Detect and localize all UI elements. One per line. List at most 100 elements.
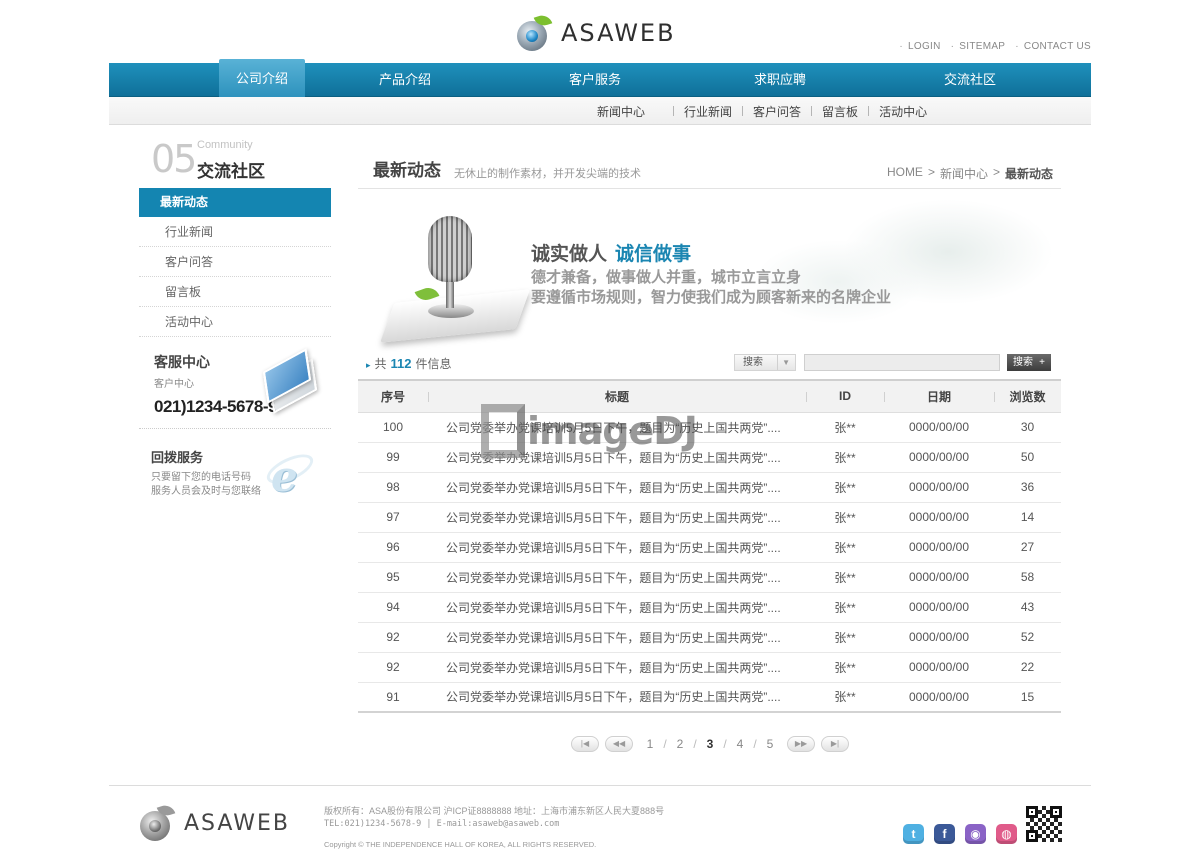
row-views: 50 [994, 442, 1061, 473]
nav-jobs[interactable]: 求职应聘 [737, 63, 823, 97]
row-author-id: 张** [806, 532, 884, 563]
breadcrumb: HOME > 新闻中心 > 最新动态 [887, 165, 1053, 182]
row-number: 95 [358, 562, 428, 593]
subnav-news-center[interactable]: 新闻中心 [597, 103, 645, 120]
row-title[interactable]: 公司党委举办党课培训5月5日下午，题目为“历史上国共两党”.... [428, 592, 806, 623]
row-title[interactable]: 公司党委举办党课培训5月5日下午，题目为“历史上国共两党”.... [428, 682, 806, 713]
row-title[interactable]: 公司党委举办党课培训5月5日下午，题目为“历史上国共两党”.... [428, 532, 806, 563]
service-subtitle: 客户中心 [154, 379, 194, 390]
page-separator: / [663, 737, 667, 751]
subnav-guestbook[interactable]: 留言板 [822, 103, 858, 120]
table-row[interactable]: 91 公司党委举办党课培训5月5日下午，题目为“历史上国共两党”.... 张** 00… [358, 682, 1061, 713]
header-title: 标题 [428, 379, 806, 413]
breadcrumb-news-center[interactable]: 新闻中心 [940, 165, 988, 182]
page-number-2[interactable]: 2 [673, 737, 687, 751]
search-type-select[interactable]: 搜索 ▼ [734, 353, 796, 371]
table-row[interactable]: 95 公司党委举办党课培训5月5日下午，题目为“历史上国共两党”.... 张** 00… [358, 562, 1061, 593]
sidebar-menu: 最新动态 行业新闻 客户问答 留言板 活动中心 [139, 188, 331, 337]
last-page-button[interactable]: ▶| [821, 736, 849, 752]
table-row[interactable]: 100 公司党委举办党课培训5月5日下午，题目为“历史上国共两党”.... 张** 0… [358, 412, 1061, 443]
row-date: 0000/00/00 [884, 442, 994, 473]
page-number-5[interactable]: 5 [763, 737, 777, 751]
subnav-events[interactable]: 活动中心 [879, 103, 927, 120]
sidebar-item-events[interactable]: 活动中心 [139, 307, 331, 337]
row-date: 0000/00/00 [884, 472, 994, 503]
nav-products[interactable]: 产品介绍 [362, 63, 448, 97]
row-number: 99 [358, 442, 428, 473]
row-title[interactable]: 公司党委举办党课培训5月5日下午，题目为“历史上国共两党”.... [428, 442, 806, 473]
chevron-right-icon: > [992, 165, 1000, 179]
banner-headline-a: 诚实做人 [531, 244, 608, 265]
search-button[interactable]: 搜索 + [1007, 353, 1051, 371]
first-page-button[interactable]: |◀ [571, 736, 599, 752]
page-number-3[interactable]: 3 [703, 737, 717, 751]
table-row[interactable]: 98 公司党委举办党课培训5月5日下午，题目为“历史上国共两党”.... 张** 00… [358, 472, 1061, 503]
table-row[interactable]: 99 公司党委举办党课培训5月5日下午，题目为“历史上国共两党”.... 张** 00… [358, 442, 1061, 473]
contact-us-link[interactable]: CONTACT US [1015, 41, 1091, 52]
next-page-button[interactable]: ▶▶ [787, 736, 815, 752]
weibo-icon[interactable]: ◍ [996, 824, 1017, 844]
row-title[interactable]: 公司党委举办党课培训5月5日下午，题目为“历史上国共两党”.... [428, 622, 806, 653]
row-author-id: 张** [806, 472, 884, 503]
subnav-divider [742, 106, 744, 116]
footer-logo[interactable]: ASAWEB [138, 802, 290, 842]
header-id: ID [806, 379, 884, 413]
row-title[interactable]: 公司党委举办党课培训5月5日下午，题目为“历史上国共两党”.... [428, 472, 806, 503]
row-number: 94 [358, 592, 428, 623]
page-number-4[interactable]: 4 [733, 737, 747, 751]
row-number: 92 [358, 652, 428, 683]
nav-community[interactable]: 交流社区 [927, 63, 1013, 97]
subnav-divider [868, 106, 870, 116]
row-views: 15 [994, 682, 1061, 713]
row-views: 43 [994, 592, 1061, 623]
row-date: 0000/00/00 [884, 682, 994, 713]
breadcrumb-home[interactable]: HOME [887, 165, 923, 182]
chevron-down-icon: ▼ [777, 354, 790, 370]
page-separator: / [723, 737, 727, 751]
row-date: 0000/00/00 [884, 412, 994, 443]
row-author-id: 张** [806, 592, 884, 623]
sidebar-item-customer-qa[interactable]: 客户问答 [139, 247, 331, 277]
login-link[interactable]: LOGIN [899, 41, 940, 52]
twitter-icon[interactable]: t [903, 824, 924, 844]
subnav-customer-qa[interactable]: 客户问答 [753, 103, 801, 120]
result-count: ▸ 共 112 件信息 [366, 355, 452, 372]
sidebar-item-latest-news[interactable]: 最新动态 [139, 188, 331, 217]
previous-page-button[interactable]: ◀◀ [605, 736, 633, 752]
myspace-icon[interactable]: ◉ [965, 824, 986, 844]
site-logo[interactable]: ASAWEB [515, 12, 676, 52]
row-views: 22 [994, 652, 1061, 683]
sitemap-link[interactable]: SITEMAP [951, 41, 1006, 52]
row-author-id: 张** [806, 502, 884, 533]
section-number: 05 [151, 137, 197, 181]
row-title[interactable]: 公司党委举办党课培训5月5日下午，题目为“历史上国共两党”.... [428, 652, 806, 683]
row-date: 0000/00/00 [884, 562, 994, 593]
count-prefix: 共 [374, 357, 387, 371]
nav-company-intro[interactable]: 公司介绍 [219, 59, 305, 97]
page-separator: / [753, 737, 757, 751]
banner-line-3: 要遵循市场规则，智力使我们成为顾客新来的名牌企业 [531, 289, 892, 306]
table-row[interactable]: 94 公司党委举办党课培训5月5日下午，题目为“历史上国共两党”.... 张** 00… [358, 592, 1061, 623]
search-input[interactable] [804, 353, 1000, 371]
callback-service-box[interactable]: 回拨服务 只要留下您的电话号码 服务人员会及时与您联络 e [139, 440, 331, 502]
table-row[interactable]: 92 公司党委举办党课培训5月5日下午，题目为“历史上国共两党”.... 张** 00… [358, 652, 1061, 683]
table-row[interactable]: 96 公司党委举办党课培训5月5日下午，题目为“历史上国共两党”.... 张** 00… [358, 532, 1061, 563]
facebook-icon[interactable]: f [934, 824, 955, 844]
row-number: 98 [358, 472, 428, 503]
customer-service-box[interactable]: 客服中心 客户中心 021)1234-5678-9 [139, 343, 331, 429]
row-author-id: 张** [806, 622, 884, 653]
row-title[interactable]: 公司党委举办党课培训5月5日下午，题目为“历史上国共两党”.... [428, 412, 806, 443]
page-number-1[interactable]: 1 [643, 737, 657, 751]
row-title[interactable]: 公司党委举办党课培训5月5日下午，题目为“历史上国共两党”.... [428, 502, 806, 533]
breadcrumb-current: 最新动态 [1004, 167, 1053, 181]
sidebar-item-industry-news[interactable]: 行业新闻 [139, 217, 331, 247]
social-links: t f ◉ ◍ [903, 824, 1017, 844]
sidebar-item-guestbook[interactable]: 留言板 [139, 277, 331, 307]
table-row[interactable]: 97 公司党委举办党课培训5月5日下午，题目为“历史上国共两党”.... 张** 00… [358, 502, 1061, 533]
page-separator: / [693, 737, 697, 751]
row-title[interactable]: 公司党委举办党课培训5月5日下午，题目为“历史上国共两党”.... [428, 562, 806, 593]
subnav-industry-news[interactable]: 行业新闻 [684, 103, 732, 120]
nav-customer-service[interactable]: 客户服务 [552, 63, 638, 97]
service-title: 客服中心 [154, 354, 210, 370]
table-row[interactable]: 92 公司党委举办党课培训5月5日下午，题目为“历史上国共两党”.... 张** 00… [358, 622, 1061, 653]
